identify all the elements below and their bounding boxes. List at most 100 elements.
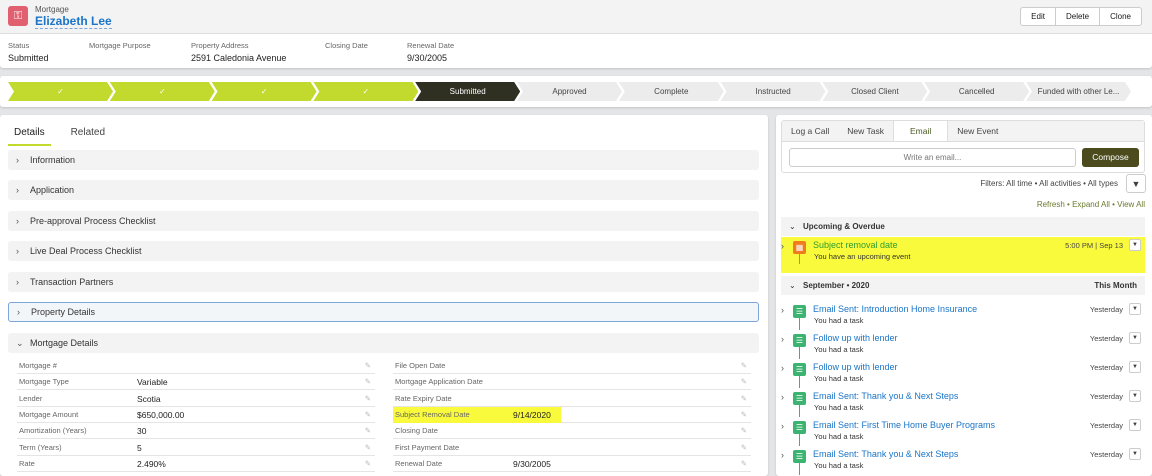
field-row: First Payment Date ✎: [393, 440, 751, 456]
activity-item[interactable]: › ☰ Email Sent: Thank you & Next Steps You …: [781, 388, 1145, 417]
chevron-right-icon[interactable]: ›: [781, 392, 784, 402]
activity-title[interactable]: Email Sent: Thank you & Next Steps: [813, 391, 958, 401]
section-header[interactable]: › Information: [8, 150, 759, 170]
section-header[interactable]: › Pre-approval Process Checklist: [8, 211, 759, 231]
upcoming-item[interactable]: › ▦ Subject removal date You have an upc…: [781, 237, 1145, 273]
pencil-icon[interactable]: ✎: [365, 456, 371, 472]
path-stage[interactable]: ✓: [313, 82, 418, 101]
field-label: Rate: [19, 458, 35, 468]
pencil-icon[interactable]: ✎: [741, 456, 747, 472]
dropdown-icon[interactable]: ▼: [1129, 332, 1141, 344]
pencil-icon[interactable]: ✎: [365, 391, 371, 407]
chevron-right-icon[interactable]: ›: [781, 421, 784, 431]
section-header[interactable]: › Transaction Partners: [8, 272, 759, 292]
timeline-line: [799, 347, 800, 359]
filter-icon[interactable]: ▼: [1126, 174, 1146, 193]
activity-item[interactable]: › ☰ Email Sent: Introduction Home Insuranc…: [781, 301, 1145, 330]
tab-log-a-call[interactable]: Log a Call: [782, 121, 838, 141]
section-header[interactable]: ⌄ Mortgage Details: [8, 333, 759, 353]
record-header: ⚿ Mortgage Elizabeth Lee Edit Delete Clo…: [0, 0, 1152, 68]
path-stage[interactable]: ✓: [110, 82, 215, 101]
clone-button[interactable]: Clone: [1099, 8, 1141, 25]
dropdown-icon[interactable]: ▼: [1129, 303, 1141, 315]
tab-new-event[interactable]: New Event: [948, 121, 1007, 141]
path-stage[interactable]: Funded with other Le...: [1026, 82, 1131, 101]
field-row: Term (Years) 5 ✎: [17, 440, 375, 456]
dropdown-icon[interactable]: ▼: [1129, 448, 1141, 460]
month-group[interactable]: ⌄ September • 2020 This Month: [781, 276, 1145, 295]
chevron-right-icon[interactable]: ›: [781, 363, 784, 373]
section-label: Information: [30, 155, 76, 165]
field-row: Renewal Date 9/30/2005 ✎: [393, 456, 751, 472]
tab-new-task[interactable]: New Task: [838, 121, 893, 141]
tab-related[interactable]: Related: [65, 125, 111, 146]
activity-sub: You had a task: [814, 432, 864, 441]
section-header[interactable]: › Application: [8, 180, 759, 200]
path-stage[interactable]: ✓: [212, 82, 317, 101]
field-label: Amortization (Years): [19, 426, 87, 436]
section-header[interactable]: › Property Details: [8, 302, 759, 322]
pencil-icon[interactable]: ✎: [741, 391, 747, 407]
email-input[interactable]: Write an email...: [789, 148, 1076, 167]
chevron-right-icon: ›: [16, 246, 19, 256]
path-stage[interactable]: Cancelled: [924, 82, 1029, 101]
compose-button[interactable]: Compose: [1082, 148, 1139, 167]
group-label: September • 2020: [803, 281, 870, 290]
activity-item[interactable]: › ☰ Follow up with lender You had a task Yes…: [781, 359, 1145, 388]
dropdown-icon[interactable]: ▼: [1129, 239, 1141, 251]
field-row: Mortgage Type Variable ✎: [17, 374, 375, 391]
path-stage[interactable]: ✓: [8, 82, 113, 101]
path-stage[interactable]: Closed Client: [822, 82, 927, 101]
pencil-icon[interactable]: ✎: [741, 358, 747, 374]
path-stage[interactable]: Submitted: [415, 82, 520, 101]
activity-item[interactable]: › ☰ Email Sent: First Time Home Buyer Prog…: [781, 417, 1145, 446]
record-name[interactable]: Elizabeth Lee: [35, 14, 112, 29]
chevron-right-icon[interactable]: ›: [781, 450, 784, 460]
task-icon: ☰: [793, 363, 806, 376]
pencil-icon[interactable]: ✎: [741, 440, 747, 456]
field-value: 9/14/2020: [513, 409, 551, 420]
dropdown-icon[interactable]: ▼: [1129, 361, 1141, 373]
upcoming-group[interactable]: ⌄ Upcoming & Overdue: [781, 217, 1145, 236]
section-header[interactable]: › Live Deal Process Checklist: [8, 241, 759, 261]
dropdown-icon[interactable]: ▼: [1129, 419, 1141, 431]
path-stage[interactable]: Approved: [517, 82, 622, 101]
section-label: Live Deal Process Checklist: [30, 246, 142, 256]
pencil-icon[interactable]: ✎: [365, 407, 371, 423]
tab-details[interactable]: Details: [8, 125, 51, 146]
pencil-icon[interactable]: ✎: [741, 407, 747, 423]
path-stage[interactable]: Complete: [619, 82, 724, 101]
chevron-right-icon[interactable]: ›: [781, 305, 784, 315]
activity-sub: You had a task: [814, 345, 864, 354]
activity-title[interactable]: Email Sent: First Time Home Buyer Progra…: [813, 420, 995, 430]
pencil-icon[interactable]: ✎: [741, 374, 747, 390]
activity-title[interactable]: Email Sent: Introduction Home Insurance: [813, 304, 977, 314]
activity-date: Yesterday: [1089, 450, 1123, 459]
pencil-icon[interactable]: ✎: [365, 423, 371, 439]
activity-links[interactable]: Refresh • Expand All • View All: [1037, 200, 1145, 209]
details-panel: Details Related › Information › Application…: [0, 115, 768, 476]
event-title[interactable]: Subject removal date: [813, 240, 898, 250]
activity-sub: You had a task: [814, 374, 864, 383]
chevron-right-icon[interactable]: ›: [781, 241, 784, 251]
activity-title[interactable]: Follow up with lender: [813, 362, 898, 372]
pencil-icon[interactable]: ✎: [741, 423, 747, 439]
chevron-right-icon[interactable]: ›: [781, 334, 784, 344]
edit-button[interactable]: Edit: [1021, 8, 1055, 25]
group-label: Upcoming & Overdue: [803, 222, 885, 231]
pencil-icon[interactable]: ✎: [365, 440, 371, 456]
activity-item[interactable]: › ☰ Email Sent: Thank you & Next Steps You …: [781, 446, 1145, 475]
activity-title[interactable]: Email Sent: Thank you & Next Steps: [813, 449, 958, 459]
dropdown-icon[interactable]: ▼: [1129, 390, 1141, 402]
chevron-down-icon: ⌄: [789, 281, 796, 290]
pencil-icon[interactable]: ✎: [365, 374, 371, 390]
delete-button[interactable]: Delete: [1054, 8, 1099, 25]
activity-date: Yesterday: [1089, 305, 1123, 314]
field-label: Mortgage Amount: [19, 409, 79, 419]
pencil-icon[interactable]: ✎: [365, 358, 371, 374]
path-stage[interactable]: Instructed: [721, 82, 826, 101]
chevron-down-icon: ⌄: [789, 222, 796, 231]
activity-item[interactable]: › ☰ Follow up with lender You had a task Yes…: [781, 330, 1145, 359]
activity-title[interactable]: Follow up with lender: [813, 333, 898, 343]
tab-email[interactable]: Email: [892, 121, 949, 141]
